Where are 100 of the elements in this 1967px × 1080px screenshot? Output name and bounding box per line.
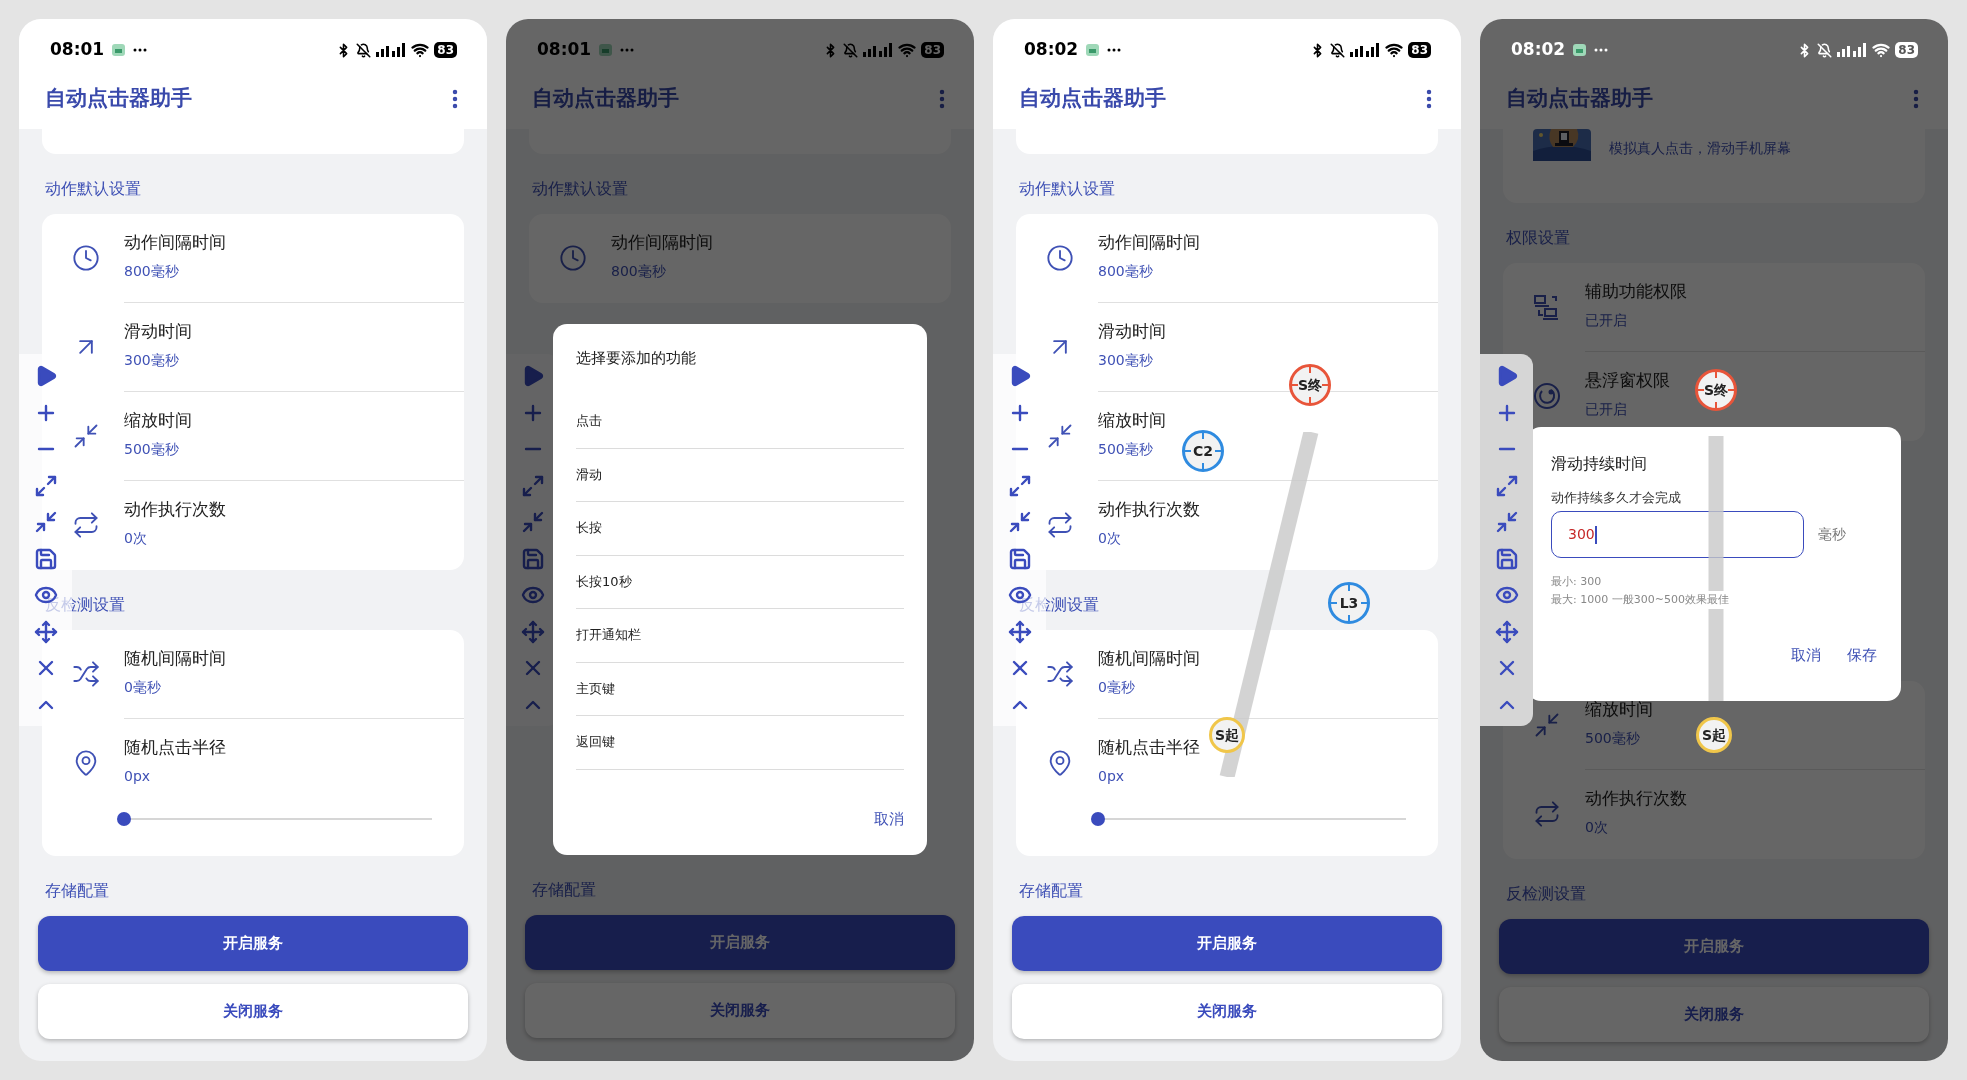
setting-title[interactable]: 动作间隔时间 bbox=[124, 230, 226, 254]
option-item[interactable]: 长按10秒 bbox=[576, 555, 904, 609]
option-item[interactable]: 打开通知栏 bbox=[576, 609, 904, 663]
signal-icon bbox=[376, 43, 407, 57]
setting-value: 0毫秒 bbox=[1098, 678, 1135, 697]
setting-value: 500毫秒 bbox=[1098, 440, 1153, 459]
move-icon[interactable] bbox=[1007, 619, 1032, 644]
battery-indicator: 83 bbox=[921, 42, 944, 58]
option-item[interactable]: 点击 bbox=[576, 395, 904, 449]
option-item[interactable]: 返回键 bbox=[576, 716, 904, 770]
save-icon[interactable] bbox=[33, 546, 58, 571]
wifi-icon bbox=[898, 41, 917, 59]
setting-title[interactable]: 随机点击半径 bbox=[124, 735, 226, 759]
more-icon bbox=[1107, 48, 1122, 52]
battery-indicator: 83 bbox=[1895, 42, 1918, 58]
setting-value: 0px bbox=[1098, 767, 1125, 786]
setting-title[interactable]: 动作间隔时间 bbox=[1098, 230, 1200, 254]
stop-service-button[interactable]: 关闭服务 bbox=[1012, 984, 1442, 1039]
shrink-icon[interactable] bbox=[33, 510, 58, 534]
status-time: 08:02 bbox=[1024, 38, 1079, 62]
app-title: 自动点击器助手 bbox=[1019, 85, 1166, 113]
save-icon[interactable] bbox=[1494, 546, 1519, 571]
setting-title[interactable]: 动作执行次数 bbox=[124, 497, 226, 521]
setting-value: 0px bbox=[124, 767, 151, 786]
dialog-button[interactable]: 取消 bbox=[874, 806, 904, 831]
stop-service-button[interactable]: 关闭服务 bbox=[38, 984, 468, 1039]
shrink-arrows-icon bbox=[72, 422, 100, 450]
app-notification-icon bbox=[1086, 44, 1100, 56]
wifi-icon bbox=[1872, 41, 1891, 59]
setting-title[interactable]: 随机间隔时间 bbox=[1098, 646, 1200, 670]
option-item[interactable]: 主页键 bbox=[576, 662, 904, 716]
section-header: 反检测设置 bbox=[1506, 883, 1586, 905]
shrink-arrows-icon bbox=[1046, 422, 1074, 450]
move-icon[interactable] bbox=[1494, 619, 1519, 644]
app-notification-icon bbox=[112, 44, 126, 56]
setting-value: 500毫秒 bbox=[1585, 729, 1640, 748]
wifi-icon bbox=[411, 41, 430, 59]
duration-input[interactable]: 300 bbox=[1551, 511, 1804, 558]
status-time: 08:01 bbox=[537, 38, 592, 62]
status-time: 08:01 bbox=[50, 38, 105, 62]
setting-value: 800毫秒 bbox=[124, 262, 179, 281]
expand-icon[interactable] bbox=[1007, 473, 1032, 498]
dialog-button[interactable]: 取消 bbox=[1791, 643, 1821, 667]
app-title: 自动点击器助手 bbox=[45, 85, 192, 113]
setting-title[interactable]: 缩放时间 bbox=[1098, 408, 1166, 432]
start-service-button[interactable]: 开启服务 bbox=[38, 916, 468, 971]
shrink-arrows-icon bbox=[1533, 711, 1561, 739]
expand-icon[interactable] bbox=[1494, 473, 1519, 498]
shrink-icon[interactable] bbox=[1007, 510, 1032, 534]
shuffle-icon bbox=[72, 660, 100, 688]
option-item[interactable]: 滑动 bbox=[576, 448, 904, 502]
setting-value: 300毫秒 bbox=[1098, 351, 1153, 370]
shrink-icon[interactable] bbox=[1494, 510, 1519, 534]
hint-text: 最大: 1000 一般300~500效果最佳 bbox=[1551, 591, 1729, 609]
setting-value: 0次 bbox=[1585, 818, 1608, 837]
more-icon bbox=[1594, 48, 1609, 52]
expand-icon[interactable] bbox=[33, 473, 58, 498]
signal-icon bbox=[1837, 43, 1868, 57]
repeat-icon bbox=[72, 511, 100, 539]
signal-icon bbox=[1350, 43, 1381, 57]
setting-title[interactable]: 滑动时间 bbox=[1098, 319, 1166, 343]
setting-title[interactable]: 滑动时间 bbox=[124, 319, 192, 343]
setting-value: 已开启 bbox=[1585, 400, 1627, 419]
setting-value: 0次 bbox=[1098, 529, 1121, 548]
move-icon[interactable] bbox=[33, 619, 58, 644]
bell-off-icon bbox=[843, 42, 859, 58]
repeat-icon bbox=[1533, 800, 1561, 828]
crosshair-marker[interactable]: L3 bbox=[1328, 582, 1370, 624]
setting-value: 800毫秒 bbox=[611, 262, 666, 281]
section-header: 权限设置 bbox=[1506, 227, 1570, 249]
save-icon[interactable] bbox=[1007, 546, 1032, 571]
slider-thumb[interactable] bbox=[1091, 812, 1105, 826]
setting-title[interactable]: 随机点击半径 bbox=[1098, 735, 1200, 759]
bell-off-icon bbox=[356, 42, 372, 58]
clock-icon bbox=[1046, 244, 1074, 272]
bell-off-icon bbox=[1330, 42, 1346, 58]
start-service-button[interactable]: 开启服务 bbox=[1012, 916, 1442, 971]
clock-icon bbox=[72, 244, 100, 272]
status-time: 08:02 bbox=[1511, 38, 1566, 62]
setting-value: 0次 bbox=[124, 529, 147, 548]
option-item[interactable]: 长按 bbox=[576, 502, 904, 556]
more-icon bbox=[133, 48, 148, 52]
windows-icon bbox=[1533, 293, 1561, 321]
dialog-title: 滑动持续时间 bbox=[1551, 453, 1648, 475]
setting-title[interactable]: 随机间隔时间 bbox=[124, 646, 226, 670]
battery-indicator: 83 bbox=[434, 42, 457, 58]
wifi-icon bbox=[1385, 41, 1404, 59]
intro-text: 模拟真人点击，滑动手机屏幕 bbox=[1609, 139, 1791, 158]
unit-label: 毫秒 bbox=[1818, 525, 1846, 544]
setting-value: 500毫秒 bbox=[124, 440, 179, 459]
more-icon bbox=[620, 48, 635, 52]
setting-title[interactable]: 缩放时间 bbox=[124, 408, 192, 432]
dialog-button[interactable]: 保存 bbox=[1847, 643, 1877, 667]
slider-thumb[interactable] bbox=[117, 812, 131, 826]
setting-title[interactable]: 动作执行次数 bbox=[1098, 497, 1200, 521]
setting-value: 0毫秒 bbox=[124, 678, 161, 697]
dialog-title: 选择要添加的功能 bbox=[576, 349, 696, 367]
app-title: 自动点击器助手 bbox=[1506, 85, 1653, 113]
section-header: 存储配置 bbox=[1019, 880, 1083, 902]
shuffle-icon bbox=[1046, 660, 1074, 688]
